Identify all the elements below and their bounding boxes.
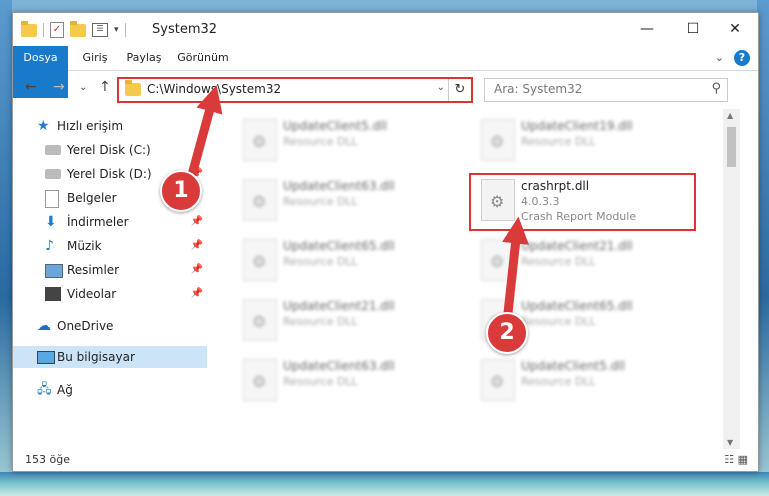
annotation-arrows	[185, 84, 529, 323]
step2-callout: 2	[486, 312, 528, 354]
step1-arrow	[185, 84, 223, 184]
step1-callout: 1	[160, 170, 202, 212]
step2-arrow	[502, 216, 529, 323]
